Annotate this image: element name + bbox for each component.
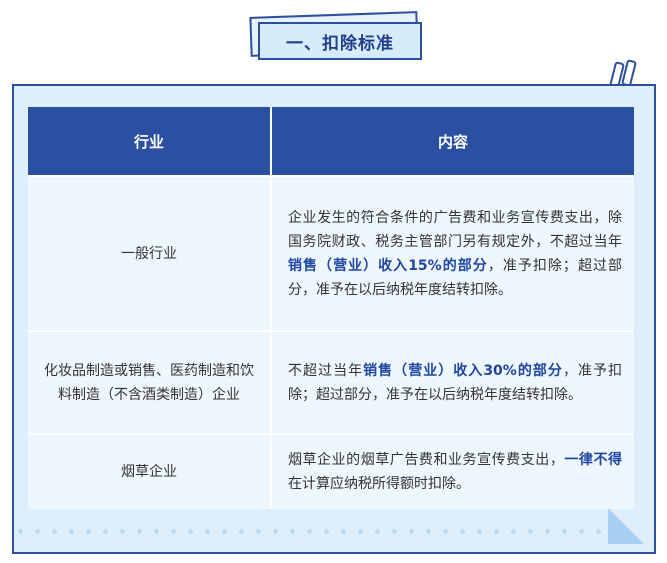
divider-dot: [460, 529, 465, 534]
divider-dot: [324, 529, 329, 534]
divider-dot: [239, 529, 244, 534]
divider-dot: [579, 529, 584, 534]
divider-dot: [120, 529, 125, 534]
divider-dot: [69, 529, 74, 534]
row-category: 一般行业: [28, 175, 272, 331]
divider-dot: [18, 529, 23, 534]
row-content: 烟草企业的烟草广告费和业务宣传费支出，一律不得在计算应纳税所得额时扣除。: [271, 433, 634, 509]
divider-dot: [341, 529, 346, 534]
divider-dot: [137, 529, 142, 534]
page-fold-corner: [608, 508, 644, 544]
content-text: 在计算应纳税所得额时扣除。: [288, 476, 470, 492]
divider-dot: [35, 529, 40, 534]
divider-dot: [290, 529, 295, 534]
divider-dot: [596, 529, 601, 534]
divider-dot: [256, 529, 261, 534]
row-category: 烟草企业: [28, 433, 272, 509]
content-text: 企业发生的符合条件的广告费和业务宣传费支出，除国务院财政、税务主管部门另有规定外…: [288, 209, 622, 250]
title-badge: 一、扣除标准: [258, 22, 422, 60]
divider-dot: [511, 529, 516, 534]
divider-dot: [273, 529, 278, 534]
divider-dot: [562, 529, 567, 534]
content-highlight: 一律不得: [564, 452, 623, 468]
divider-dot: [392, 529, 397, 534]
content-text: 不超过当年: [288, 362, 364, 379]
table-header-row: 行业 内容: [28, 107, 634, 176]
divider-dot: [409, 529, 414, 534]
divider-dot: [154, 529, 159, 534]
divider-dot: [545, 529, 550, 534]
divider-dot: [205, 529, 210, 534]
divider-dot: [375, 529, 380, 534]
divider-dot: [426, 529, 431, 534]
section-title-badge: 一、扣除标准: [249, 11, 426, 62]
dotted-divider: [18, 529, 601, 534]
divider-dot: [52, 529, 57, 534]
divider-dot: [307, 529, 312, 534]
divider-dot: [222, 529, 227, 534]
header-content: 内容: [271, 107, 634, 176]
divider-dot: [358, 529, 363, 534]
content-text: 烟草企业的烟草广告费和业务宣传费支出，: [288, 452, 565, 468]
content-highlight: 销售（营业）收入15%的部分: [288, 257, 488, 274]
divider-dot: [494, 529, 499, 534]
divider-dot: [188, 529, 193, 534]
divider-dot: [528, 529, 533, 534]
divider-dot: [443, 529, 448, 534]
divider-dot: [171, 529, 176, 534]
divider-dot: [477, 529, 482, 534]
row-content: 企业发生的符合条件的广告费和业务宣传费支出，除国务院财政、税务主管部门另有规定外…: [271, 175, 634, 331]
table-row: 化妆品制造或销售、医药制造和饮料制造（不含酒类制造）企业 不超过当年销售（营业）…: [28, 330, 634, 434]
divider-dot: [103, 529, 108, 534]
header-industry: 行业: [28, 107, 272, 176]
table-row: 一般行业 企业发生的符合条件的广告费和业务宣传费支出，除国务院财政、税务主管部门…: [28, 175, 634, 331]
content-highlight: 销售（营业）收入30%的部分: [363, 362, 563, 379]
deduction-table: 行业 内容 一般行业 企业发生的符合条件的广告费和业务宣传费支出，除国务院财政、…: [28, 107, 634, 509]
section-title: 一、扣除标准: [286, 33, 394, 54]
row-category: 化妆品制造或销售、医药制造和饮料制造（不含酒类制造）企业: [28, 330, 272, 434]
divider-dot: [86, 529, 91, 534]
table-row: 烟草企业 烟草企业的烟草广告费和业务宣传费支出，一律不得在计算应纳税所得额时扣除…: [28, 433, 634, 509]
row-content: 不超过当年销售（营业）收入30%的部分，准予扣除；超过部分，准予在以后纳税年度结…: [271, 330, 634, 434]
